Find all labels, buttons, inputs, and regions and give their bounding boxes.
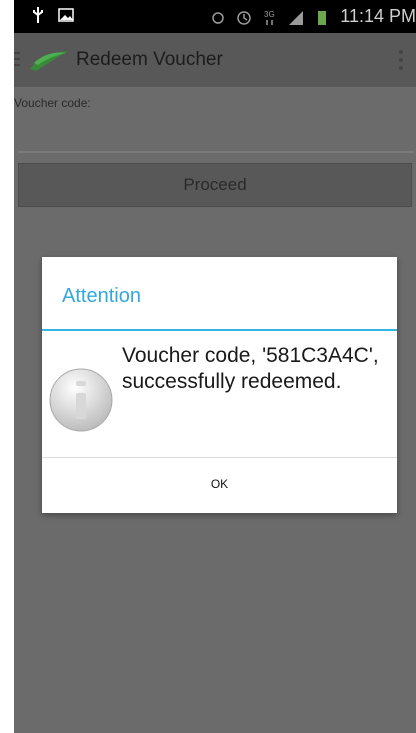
info-icon — [49, 368, 113, 432]
overflow-icon[interactable] — [398, 49, 404, 71]
signal-icon — [289, 10, 304, 25]
voucher-code-label: Voucher code: — [14, 96, 91, 110]
svg-text:3G: 3G — [264, 10, 275, 19]
status-time: 11:14 PM — [340, 6, 416, 26]
image-icon — [58, 8, 74, 22]
menu-icon[interactable] — [14, 49, 22, 69]
battery-icon — [318, 10, 327, 25]
alarm-icon — [237, 10, 252, 25]
action-bar: Redeem Voucher — [14, 33, 416, 87]
attention-dialog: Attention Voucher code, '581C3A4C', succ… — [42, 257, 397, 513]
usb-icon — [33, 7, 43, 23]
vibrate-icon — [212, 11, 225, 24]
dialog-title-divider — [42, 329, 397, 331]
proceed-button[interactable]: Proceed — [18, 163, 412, 207]
status-bar: 3G 11:14 PM — [14, 0, 416, 33]
screen-title: Redeem Voucher — [76, 49, 223, 70]
phone-screen: 3G 11:14 PM Redeem Voucher Voucher code:… — [14, 0, 416, 733]
dialog-message: Voucher code, '581C3A4C', successfully r… — [122, 344, 379, 393]
3g-icon: 3G — [264, 10, 275, 25]
app-logo-icon[interactable] — [28, 45, 70, 75]
dialog-title: Attention — [62, 285, 141, 307]
voucher-code-input[interactable] — [18, 151, 414, 153]
ok-button[interactable]: OK — [42, 458, 397, 513]
